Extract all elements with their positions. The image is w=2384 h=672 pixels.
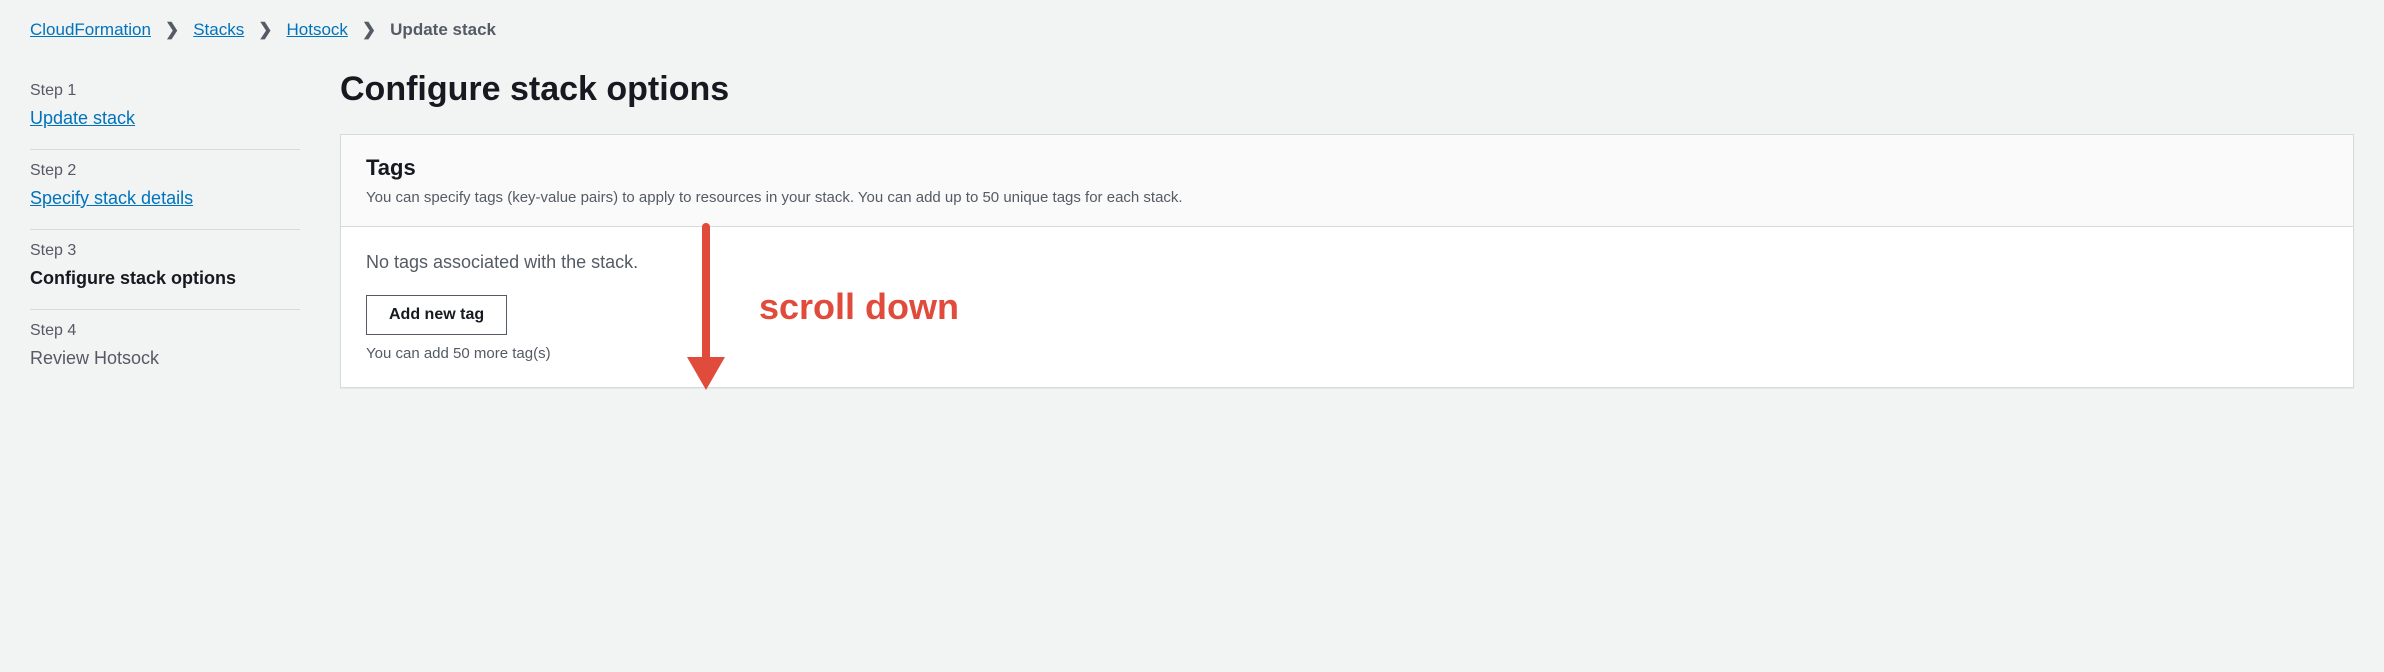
- arrow-down-icon: [681, 222, 731, 392]
- page-title: Configure stack options: [340, 70, 2354, 109]
- chevron-right-icon: ❯: [362, 20, 376, 40]
- breadcrumb: CloudFormation ❯ Stacks ❯ Hotsock ❯ Upda…: [30, 20, 2354, 40]
- breadcrumb-link-hotsock[interactable]: Hotsock: [286, 20, 347, 40]
- annotation-text: scroll down: [759, 286, 959, 328]
- step-4: Step 4 Review Hotsock: [30, 310, 300, 389]
- step-title-link[interactable]: Specify stack details: [30, 188, 193, 208]
- step-1[interactable]: Step 1 Update stack: [30, 70, 300, 150]
- panel-title: Tags: [366, 155, 2328, 181]
- step-title-pending: Review Hotsock: [30, 348, 300, 369]
- step-2[interactable]: Step 2 Specify stack details: [30, 150, 300, 230]
- chevron-right-icon: ❯: [258, 20, 272, 40]
- breadcrumb-link-cloudformation[interactable]: CloudFormation: [30, 20, 151, 40]
- chevron-right-icon: ❯: [165, 20, 179, 40]
- step-title-link[interactable]: Update stack: [30, 108, 135, 128]
- step-number: Step 1: [30, 82, 300, 100]
- panel-description: You can specify tags (key-value pairs) t…: [366, 189, 2328, 206]
- step-number: Step 3: [30, 242, 300, 260]
- tag-count-helper: You can add 50 more tag(s): [366, 345, 2328, 362]
- breadcrumb-current: Update stack: [390, 20, 496, 40]
- panel-header: Tags You can specify tags (key-value pai…: [341, 135, 2353, 227]
- wizard-steps: Step 1 Update stack Step 2 Specify stack…: [30, 70, 300, 389]
- panel-body: No tags associated with the stack. Add n…: [341, 227, 2353, 387]
- step-number: Step 4: [30, 322, 300, 340]
- tags-panel: Tags You can specify tags (key-value pai…: [340, 134, 2354, 388]
- step-number: Step 2: [30, 162, 300, 180]
- empty-state-text: No tags associated with the stack.: [366, 252, 2328, 273]
- breadcrumb-link-stacks[interactable]: Stacks: [193, 20, 244, 40]
- main-content: Configure stack options Tags You can spe…: [340, 70, 2354, 389]
- step-3: Step 3 Configure stack options: [30, 230, 300, 310]
- add-new-tag-button[interactable]: Add new tag: [366, 295, 507, 335]
- step-title-current: Configure stack options: [30, 268, 300, 289]
- scroll-annotation: scroll down: [681, 222, 959, 392]
